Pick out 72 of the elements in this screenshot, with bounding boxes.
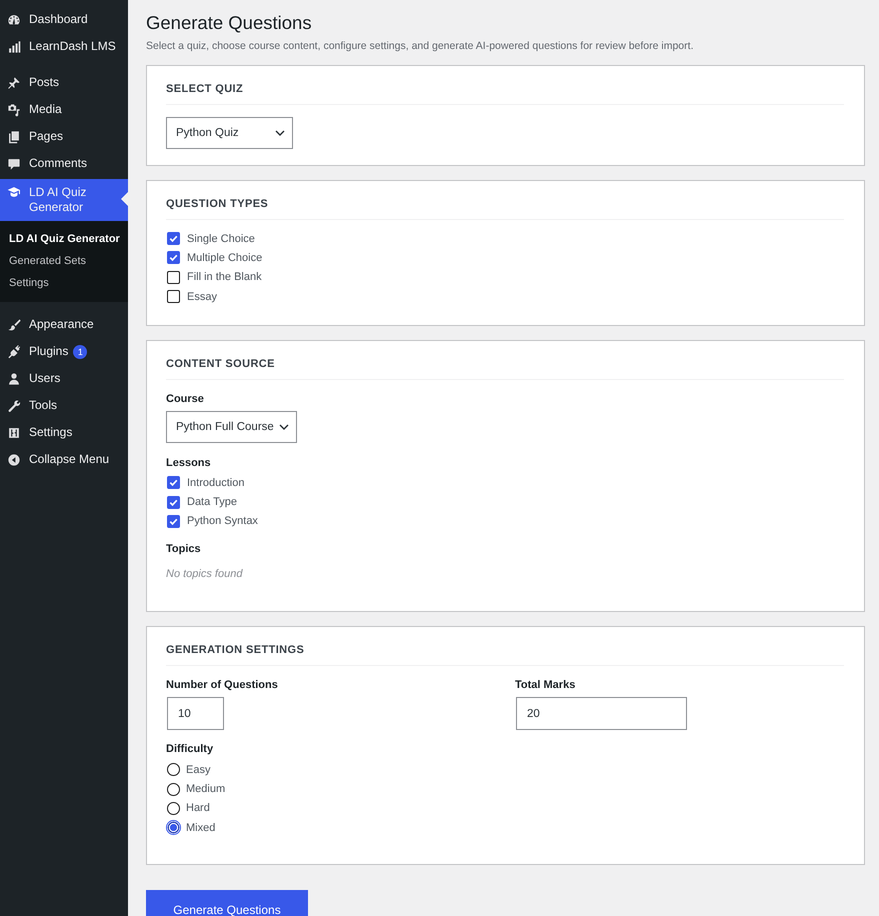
field-label: Total Marks — [515, 678, 576, 692]
menu-item[interactable]: Media — [0, 96, 128, 123]
empty-message: No topics found — [166, 567, 244, 582]
radio-button[interactable] — [167, 802, 180, 815]
speech-bubble-icon — [7, 156, 21, 170]
option-label: Hard — [186, 802, 210, 814]
generate-button[interactable]: Generate Questions — [146, 890, 308, 916]
section-heading: QUESTION TYPES — [166, 181, 844, 220]
paintbrush-icon — [7, 318, 21, 332]
radio-button[interactable] — [167, 782, 180, 796]
field-label: Topics — [166, 542, 202, 556]
graduation-cap-icon — [7, 185, 21, 199]
checkbox[interactable] — [167, 290, 180, 304]
option-label: Multiple Choice — [187, 252, 262, 264]
page-description: Select a quiz, choose course content, configure settings, and generate AI-powered questions for review before import. — [146, 39, 694, 53]
submenu-item[interactable]: Settings — [0, 272, 128, 294]
radio-button[interactable] — [167, 763, 180, 776]
settings-icon — [7, 426, 21, 440]
section-heading: GENERATION SETTINGS — [166, 627, 844, 666]
number-field[interactable]: 10 — [167, 697, 224, 730]
course-dropdown[interactable]: Python Full Course — [166, 411, 297, 444]
camera-note-icon — [7, 102, 21, 116]
page-title: Generate Questions — [146, 11, 313, 35]
pages-icon — [7, 130, 21, 144]
menu-item[interactable]: Pages — [0, 123, 128, 150]
menu-item[interactable]: LearnDash LMS — [0, 33, 128, 60]
checkbox[interactable] — [167, 251, 180, 264]
field-label: Course — [166, 392, 205, 406]
option-label: Single Choice — [187, 232, 255, 245]
bar-chart-icon — [7, 40, 21, 54]
gauge-icon — [7, 12, 21, 26]
wrench-icon — [7, 398, 21, 412]
checkbox[interactable] — [167, 514, 180, 528]
radio-button[interactable] — [166, 820, 181, 836]
person-icon — [7, 372, 21, 386]
option-label: Easy — [186, 764, 210, 776]
option-label: Medium — [186, 783, 226, 796]
checkbox[interactable] — [167, 270, 180, 284]
submenu-item[interactable]: Generated Sets — [0, 250, 128, 272]
current-indicator-icon — [121, 192, 128, 206]
chevron-down-icon — [275, 130, 285, 136]
menu-item[interactable]: Plugins 1 — [0, 338, 128, 365]
plug-icon — [7, 344, 21, 358]
chevron-down-icon — [278, 424, 289, 430]
option-label: Fill in the Blank — [187, 271, 262, 284]
option-label: Essay — [187, 290, 217, 303]
menu-item[interactable]: Dashboard — [0, 6, 128, 33]
menu-item[interactable]: Settings — [0, 419, 128, 446]
menu-item[interactable]: Tools — [0, 392, 128, 419]
menu-item[interactable]: Collapse Menu — [0, 446, 128, 473]
quiz-dropdown[interactable]: Python Quiz — [166, 117, 293, 149]
submenu-item[interactable]: LD AI Quiz Generator — [0, 228, 128, 250]
menu-item[interactable]: LD AI Quiz Generator — [0, 179, 128, 221]
pushpin-icon — [7, 76, 21, 90]
count-badge: 1 — [73, 344, 88, 358]
menu-item[interactable]: Appearance — [0, 311, 128, 338]
number-field[interactable]: 20 — [516, 697, 687, 730]
checkbox[interactable] — [167, 496, 180, 509]
field-label: Number of Questions — [166, 678, 279, 692]
option-label: Introduction — [187, 476, 244, 489]
section-heading: CONTENT SOURCE — [166, 341, 844, 380]
section-heading: SELECT QUIZ — [166, 66, 844, 105]
menu-item[interactable]: Posts — [0, 69, 128, 96]
field-label: Lessons — [166, 456, 212, 470]
option-label: Data Type — [187, 496, 237, 508]
option-label: Python Syntax — [187, 515, 258, 528]
checkbox[interactable] — [167, 476, 180, 490]
menu-item[interactable]: Comments — [0, 150, 128, 177]
checkbox[interactable] — [167, 232, 180, 246]
option-label: Mixed — [186, 822, 216, 834]
menu-item[interactable]: Users — [0, 365, 128, 392]
field-label: Difficulty — [166, 742, 214, 756]
